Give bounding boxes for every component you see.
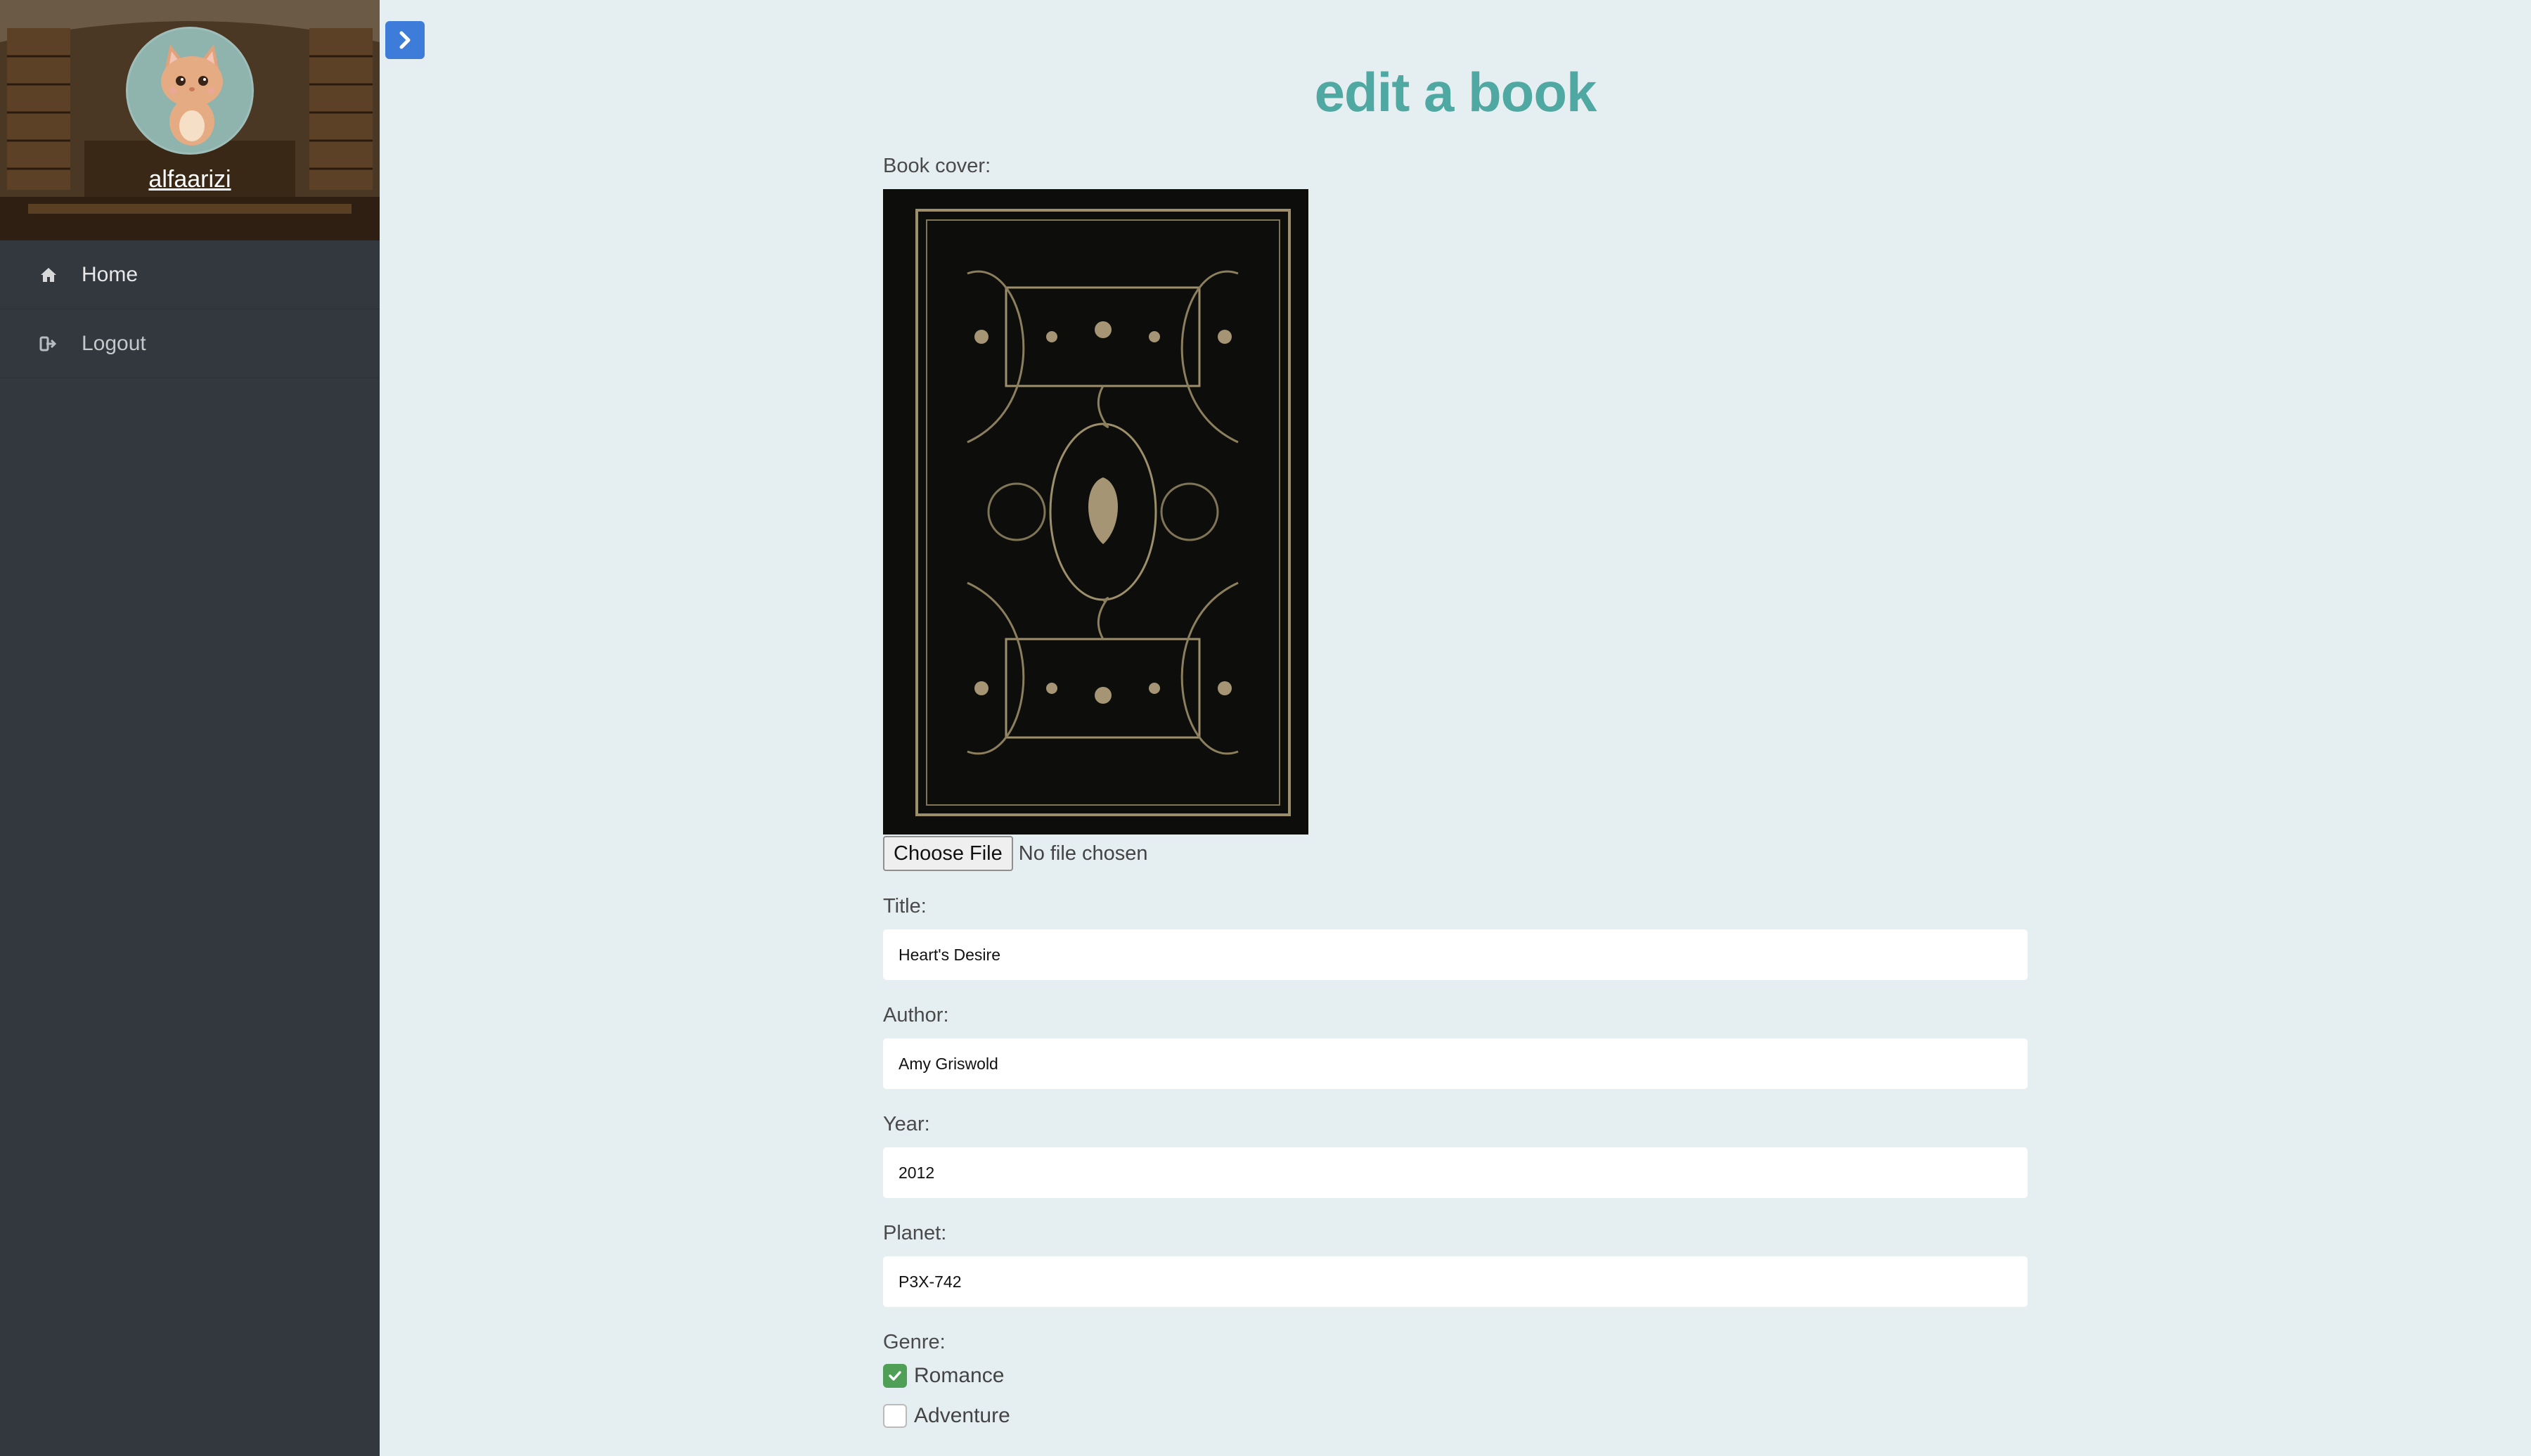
file-upload: Choose File No file chosen xyxy=(883,836,2028,871)
nav-item-logout[interactable]: Logout xyxy=(0,309,380,378)
romance-checkbox[interactable] xyxy=(883,1363,907,1388)
adventure-checkbox[interactable] xyxy=(883,1403,907,1428)
check-icon xyxy=(889,1370,901,1381)
nav-item-label: Logout xyxy=(82,331,146,355)
sidebar: alfaarizi Home Logout xyxy=(0,0,380,1456)
author-input[interactable]: Amy Griswold xyxy=(883,1038,2028,1089)
genre-option-label: Romance xyxy=(914,1363,1005,1387)
chevron-right-icon xyxy=(399,31,411,49)
nav-item-label: Home xyxy=(82,262,139,286)
author-label: Author: xyxy=(883,1004,949,1026)
genre-label: Genre: xyxy=(883,1331,946,1353)
home-icon xyxy=(38,264,59,285)
choose-file-button[interactable]: Choose File xyxy=(883,836,1013,871)
sidebar-toggle-button[interactable] xyxy=(385,21,425,59)
nav-item-home[interactable]: Home xyxy=(0,240,380,309)
logout-icon xyxy=(38,333,59,354)
genre-option-label: Adventure xyxy=(914,1403,1010,1427)
avatar[interactable] xyxy=(126,27,254,155)
genre-option-adventure[interactable]: Adventure xyxy=(883,1396,2028,1436)
year-input[interactable]: 2012 xyxy=(883,1147,2028,1198)
username-link[interactable]: alfaarizi xyxy=(0,166,380,193)
genre-group: Genre: Romance Adventure xyxy=(883,1331,2028,1436)
title-input[interactable]: Heart's Desire xyxy=(883,929,2028,980)
file-status: No file chosen xyxy=(1018,842,1148,865)
book-cover-image xyxy=(883,189,1308,835)
book-cover-art xyxy=(883,189,1308,835)
cover-label: Book cover: xyxy=(883,155,991,177)
year-group: Year: 2012 xyxy=(883,1113,2028,1198)
planet-input[interactable]: P3X-742 xyxy=(883,1256,2028,1307)
cat-avatar-icon xyxy=(128,29,252,153)
year-label: Year: xyxy=(883,1113,930,1135)
planet-label: Planet: xyxy=(883,1222,947,1244)
genre-option-romance[interactable]: Romance xyxy=(883,1355,2028,1396)
planet-group: Planet: P3X-742 xyxy=(883,1222,2028,1307)
edit-book-form: Book cover: Choose File No file chosen T… xyxy=(883,155,2028,1436)
sidebar-header: alfaarizi xyxy=(0,0,380,240)
author-group: Author: Amy Griswold xyxy=(883,1004,2028,1089)
page-title: edit a book xyxy=(1314,61,1597,123)
title-group: Title: Heart's Desire xyxy=(883,895,2028,980)
title-label: Title: xyxy=(883,895,927,917)
